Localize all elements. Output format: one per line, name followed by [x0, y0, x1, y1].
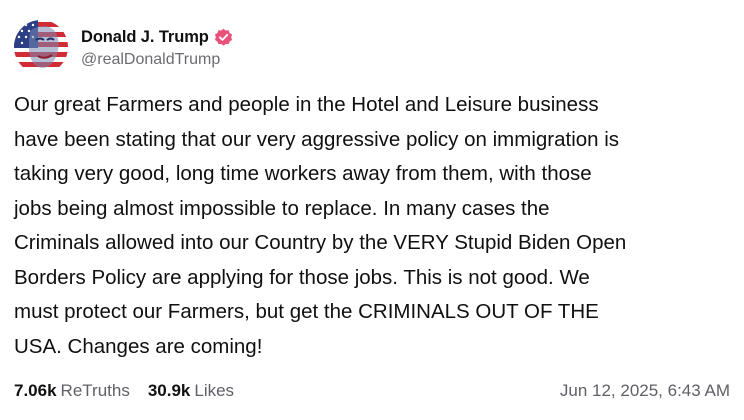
flag-portrait-avatar-icon: [14, 20, 68, 74]
post-body: Our great Farmers and people in the Hote…: [14, 88, 730, 364]
likes-count: 30.9k: [147, 381, 191, 400]
post-header: Donald J. Trump @realDonaldTrump: [14, 20, 730, 74]
author-names: Donald J. Trump @realDonaldTrump: [81, 25, 233, 69]
post-footer: 7.06k ReTruths 30.9k Likes Jun 12, 2025,…: [14, 379, 730, 403]
likes-stat[interactable]: 30.9k Likes: [148, 381, 234, 401]
post-timestamp[interactable]: Jun 12, 2025, 6:43 AM: [560, 381, 730, 401]
post-body-line: jobs being almost impossible to replace.…: [14, 196, 550, 220]
name-row: Donald J. Trump: [81, 25, 233, 49]
retruths-label: ReTruths: [60, 381, 130, 400]
post-body-line: must protect our Farmers, but get the CR…: [14, 300, 599, 323]
post-body-line: have been stating that our very aggressi…: [14, 127, 620, 151]
post-body-line: USA. Changes are coming!: [14, 334, 263, 358]
post-body-line: Borders Policy are applying for those jo…: [14, 265, 590, 289]
post-body-line: Our great Farmers and people in the Hote…: [14, 93, 599, 116]
display-name[interactable]: Donald J. Trump: [81, 28, 209, 47]
post-body-line: Criminals allowed into our Country by th…: [14, 231, 627, 254]
truth-post: Donald J. Trump @realDonaldTrump Our gre…: [0, 0, 744, 420]
avatar[interactable]: [14, 20, 68, 74]
author-handle[interactable]: @realDonaldTrump: [81, 51, 233, 69]
post-body-line: taking very good, long time workers away…: [14, 162, 592, 185]
retruths-stat[interactable]: 7.06k ReTruths: [14, 381, 130, 401]
retruths-count: 7.06k: [14, 381, 57, 400]
verified-badge-icon: [214, 28, 233, 47]
likes-label: Likes: [194, 381, 235, 400]
